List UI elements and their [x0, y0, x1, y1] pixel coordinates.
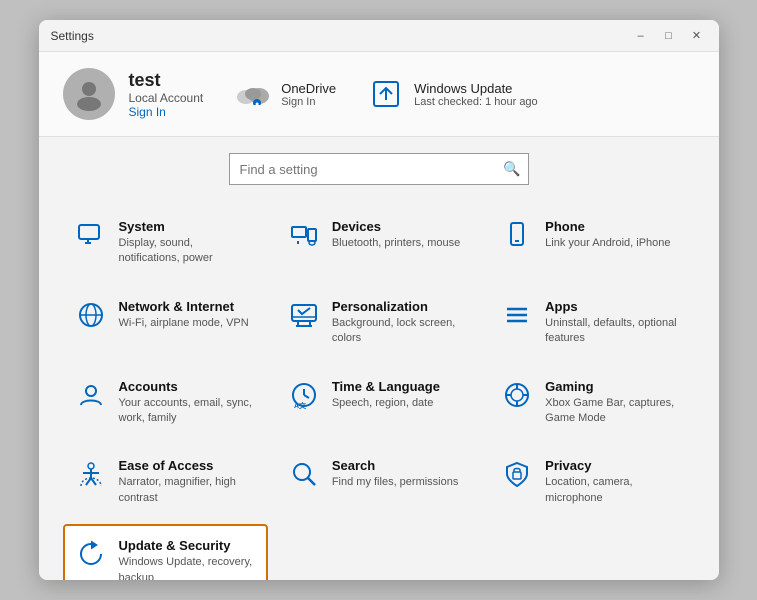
onedrive-name: OneDrive [281, 81, 336, 96]
settings-item-accounts[interactable]: Accounts Your accounts, email, sync, wor… [63, 365, 268, 441]
search-wrapper: 🔍 [229, 153, 529, 185]
personalization-icon [288, 299, 320, 331]
update-desc: Windows Update, recovery, backup [119, 555, 256, 580]
update-title: Update & Security [119, 538, 256, 553]
profile-info: test Local Account Sign In [63, 68, 204, 120]
phone-title: Phone [545, 219, 670, 234]
time-text: Time & Language Speech, region, date [332, 379, 440, 411]
personalization-text: Personalization Background, lock screen,… [332, 299, 469, 347]
system-title: System [119, 219, 256, 234]
search-settings-title: Search [332, 458, 459, 473]
profile-name: test [129, 70, 204, 91]
search-input[interactable] [229, 153, 529, 185]
phone-icon [501, 219, 533, 251]
windows-update-sub: Last checked: 1 hour ago [414, 96, 538, 108]
settings-item-network[interactable]: Network & Internet Wi-Fi, airplane mode,… [63, 285, 268, 361]
settings-item-gaming[interactable]: Gaming Xbox Game Bar, captures, Game Mod… [489, 365, 694, 441]
windows-update-text: Windows Update Last checked: 1 hour ago [414, 81, 538, 108]
settings-grid: System Display, sound, notifications, po… [63, 205, 695, 580]
devices-text: Devices Bluetooth, printers, mouse [332, 219, 460, 251]
search-settings-desc: Find my files, permissions [332, 475, 459, 490]
settings-item-devices[interactable]: Devices Bluetooth, printers, mouse [276, 205, 481, 281]
privacy-title: Privacy [545, 458, 682, 473]
update-icon [75, 538, 107, 570]
main-content: 🔍 System Display, sound, notifications, … [39, 137, 719, 580]
time-icon: A文 [288, 379, 320, 411]
settings-window: Settings – □ ✕ test Local Account Sign I… [39, 20, 719, 580]
onedrive-icon: ● [235, 76, 271, 112]
search-bar: 🔍 [63, 153, 695, 185]
settings-item-search[interactable]: Search Find my files, permissions [276, 444, 481, 520]
profile-bar: test Local Account Sign In ● OneDrive Si… [39, 52, 719, 137]
personalization-title: Personalization [332, 299, 469, 314]
devices-desc: Bluetooth, printers, mouse [332, 236, 460, 251]
settings-item-phone[interactable]: Phone Link your Android, iPhone [489, 205, 694, 281]
time-desc: Speech, region, date [332, 396, 440, 411]
phone-text: Phone Link your Android, iPhone [545, 219, 670, 251]
network-title: Network & Internet [119, 299, 249, 314]
network-desc: Wi-Fi, airplane mode, VPN [119, 316, 249, 331]
settings-item-update[interactable]: Update & Security Windows Update, recove… [63, 524, 268, 580]
ease-title: Ease of Access [119, 458, 256, 473]
apps-icon [501, 299, 533, 331]
accounts-title: Accounts [119, 379, 256, 394]
network-text: Network & Internet Wi-Fi, airplane mode,… [119, 299, 249, 331]
windows-update-icon [368, 76, 404, 112]
settings-item-time[interactable]: A文 Time & Language Speech, region, date [276, 365, 481, 441]
ease-icon [75, 458, 107, 490]
system-desc: Display, sound, notifications, power [119, 236, 256, 267]
devices-title: Devices [332, 219, 460, 234]
settings-item-personalization[interactable]: Personalization Background, lock screen,… [276, 285, 481, 361]
system-icon [75, 219, 107, 251]
phone-desc: Link your Android, iPhone [545, 236, 670, 251]
close-button[interactable]: ✕ [687, 26, 707, 46]
settings-item-ease[interactable]: Ease of Access Narrator, magnifier, high… [63, 444, 268, 520]
gaming-text: Gaming Xbox Game Bar, captures, Game Mod… [545, 379, 682, 427]
minimize-button[interactable]: – [631, 26, 651, 46]
window-title: Settings [51, 29, 631, 43]
personalization-desc: Background, lock screen, colors [332, 316, 469, 347]
maximize-button[interactable]: □ [659, 26, 679, 46]
privacy-icon [501, 458, 533, 490]
onedrive-sub: Sign In [281, 96, 336, 108]
time-title: Time & Language [332, 379, 440, 394]
accounts-desc: Your accounts, email, sync, work, family [119, 396, 256, 427]
gaming-desc: Xbox Game Bar, captures, Game Mode [545, 396, 682, 427]
profile-account-type: Local Account [129, 91, 204, 105]
apps-text: Apps Uninstall, defaults, optional featu… [545, 299, 682, 347]
gaming-title: Gaming [545, 379, 682, 394]
gaming-icon [501, 379, 533, 411]
apps-desc: Uninstall, defaults, optional features [545, 316, 682, 347]
settings-item-apps[interactable]: Apps Uninstall, defaults, optional featu… [489, 285, 694, 361]
privacy-text: Privacy Location, camera, microphone [545, 458, 682, 506]
onedrive-text: OneDrive Sign In [281, 81, 336, 108]
title-bar: Settings – □ ✕ [39, 20, 719, 52]
privacy-desc: Location, camera, microphone [545, 475, 682, 506]
apps-title: Apps [545, 299, 682, 314]
accounts-text: Accounts Your accounts, email, sync, wor… [119, 379, 256, 427]
network-icon [75, 299, 107, 331]
window-controls: – □ ✕ [631, 26, 707, 46]
settings-item-system[interactable]: System Display, sound, notifications, po… [63, 205, 268, 281]
settings-item-privacy[interactable]: Privacy Location, camera, microphone [489, 444, 694, 520]
search-icon: 🔍 [503, 161, 520, 178]
ease-text: Ease of Access Narrator, magnifier, high… [119, 458, 256, 506]
windows-update-name: Windows Update [414, 81, 538, 96]
ease-desc: Narrator, magnifier, high contrast [119, 475, 256, 506]
windows-update-service[interactable]: Windows Update Last checked: 1 hour ago [368, 76, 538, 112]
svg-text:A文: A文 [294, 401, 307, 409]
devices-icon [288, 219, 320, 251]
system-text: System Display, sound, notifications, po… [119, 219, 256, 267]
accounts-icon [75, 379, 107, 411]
avatar [63, 68, 115, 120]
profile-signin-link[interactable]: Sign In [129, 105, 204, 119]
profile-text: test Local Account Sign In [129, 70, 204, 119]
svg-text:●: ● [255, 101, 259, 105]
update-text: Update & Security Windows Update, recove… [119, 538, 256, 580]
search-settings-icon [288, 458, 320, 490]
onedrive-service[interactable]: ● OneDrive Sign In [235, 76, 336, 112]
search-settings-text: Search Find my files, permissions [332, 458, 459, 490]
